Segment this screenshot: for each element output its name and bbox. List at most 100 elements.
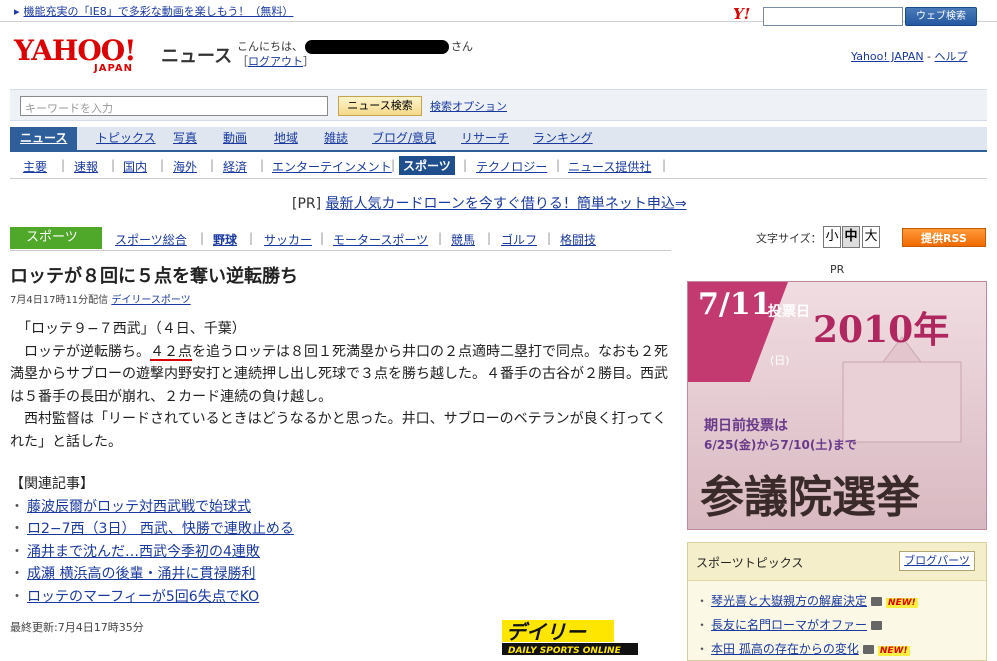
- related-title: 【関連記事】: [10, 476, 94, 492]
- golf-link[interactable]: ゴルフ: [501, 231, 537, 248]
- subnav-domestic[interactable]: 国内: [123, 158, 147, 175]
- bullet: ・: [10, 588, 24, 605]
- ie8-promo-link[interactable]: 機能充実の「IE8」で多彩な動画を楽しもう！（無料）: [24, 5, 294, 18]
- article-body: 「ロッテ９−７西武」（４日、千葉） ロッテが逆転勝ち。４２点を追うロッテは８回１…: [10, 318, 670, 453]
- logo-sub-text: DAILY SPORTS ONLINE: [508, 646, 622, 656]
- subnav-entertainment[interactable]: エンターテインメント: [272, 158, 392, 175]
- section-title: ニュース: [161, 46, 233, 67]
- divider: |: [547, 231, 552, 245]
- baseball-link[interactable]: 野球: [213, 231, 237, 248]
- tab-blog[interactable]: ブログ/意見: [372, 127, 436, 150]
- news-search-button[interactable]: ニュース検索: [338, 96, 422, 116]
- election-ad-art: 7/11 投票日 (日) 2010年 期日前投票は 6/25(金)から7/10(…: [688, 282, 986, 529]
- related-link[interactable]: ロッテのマーフィーが5回6失点でKO: [27, 589, 259, 605]
- motorsports-link[interactable]: モータースポーツ: [333, 231, 428, 248]
- greeting: こんにちは、 さん: [237, 38, 473, 54]
- topic-link[interactable]: 琴光喜と大嶽親方の解雇決定: [711, 594, 867, 608]
- underlined-text: ４２点: [150, 343, 192, 360]
- sports-general-link[interactable]: スポーツ総合: [115, 231, 187, 248]
- tab-magazine[interactable]: 雑誌: [324, 127, 348, 150]
- topic-link[interactable]: 本田 孤高の存在からの変化: [711, 642, 859, 656]
- camera-icon: [862, 645, 874, 654]
- top-bar: ▸ 機能充実の「IE8」で多彩な動画を楽しもう！（無料） Y! ウェブ検索: [0, 0, 997, 26]
- last-updated: 最終更新:7月4日17時35分: [10, 621, 144, 634]
- yahoo-japan-link[interactable]: Yahoo! JAPAN: [851, 50, 924, 63]
- topic-item: ・琴光喜と大嶽親方の解雇決定 NEW!: [696, 592, 918, 609]
- font-size-large-button[interactable]: 大: [862, 226, 880, 248]
- font-size-small-button[interactable]: 小: [823, 226, 841, 248]
- tab-ranking[interactable]: ランキング: [533, 127, 593, 150]
- related-articles: 【関連記事】 ・藤波辰爾がロッテ対西武戦で始球式 ・ロ2−7西（3日） 西武、快…: [10, 473, 294, 608]
- sports-tab[interactable]: スポーツ: [10, 227, 102, 249]
- greeting-prefix: こんにちは、: [237, 40, 303, 53]
- sports-topics: スポーツトピックス ブログパーツ ・琴光喜と大嶽親方の解雇決定 NEW! ・長友に…: [687, 542, 987, 661]
- blog-parts-label: ブログパーツ: [904, 554, 970, 567]
- tab-research[interactable]: リサーチ: [461, 127, 509, 150]
- font-size-medium-button[interactable]: 中: [842, 226, 860, 248]
- topic-link[interactable]: 長友に名門ローマがオファー: [711, 618, 867, 632]
- pr-line: [PR] 最新人気カードローンを今すぐ借りる！簡単ネット申込⇒: [292, 193, 687, 213]
- divider: |: [260, 158, 265, 172]
- related-link[interactable]: 藤波辰爾がロッテ対西武戦で始球式: [27, 499, 251, 515]
- subnav-economy[interactable]: 経済: [223, 158, 247, 175]
- paragraph-start: ロッテが逆転勝ち。: [10, 343, 150, 360]
- soccer-link[interactable]: サッカー: [264, 231, 312, 248]
- related-link[interactable]: 涌井まで沈んだ…西武今季初の4連敗: [27, 544, 260, 560]
- ad-year: 2010年: [813, 309, 949, 351]
- new-badge: NEW!: [886, 598, 918, 608]
- ad-weekday: (日): [770, 354, 790, 367]
- bullet: ・: [10, 543, 24, 560]
- article-paragraph: ロッテが逆転勝ち。４２点を追うロッテは８回１死満塁から井口の２点適時二塁打で同点…: [10, 341, 670, 409]
- bullet: ・: [696, 594, 709, 608]
- tab-local[interactable]: 地域: [274, 127, 298, 150]
- rss-button[interactable]: 提供RSS: [902, 228, 986, 247]
- article-dateline: 7月4日17時11分配信 デイリースポーツ: [10, 291, 191, 306]
- bullet: ・: [10, 566, 24, 582]
- logo-text: YAHOO!: [14, 34, 136, 67]
- subnav-technology[interactable]: テクノロジー: [476, 158, 547, 175]
- related-link[interactable]: ロ2−7西（3日） 西武、快勝で連敗止める: [27, 521, 294, 537]
- related-item: ・ロッテのマーフィーが5回6失点でKO: [10, 586, 294, 609]
- blog-parts-button[interactable]: ブログパーツ: [899, 551, 975, 571]
- daily-sports-logo[interactable]: デイリー DAILY SPORTS ONLINE: [500, 614, 640, 656]
- divider: |: [200, 231, 205, 245]
- new-badge: NEW!: [877, 646, 910, 656]
- yahoo-japan-logo[interactable]: YAHOO! JAPAN: [14, 37, 154, 79]
- ad-vote-day: 投票日: [768, 304, 810, 320]
- username-redaction: [305, 40, 449, 54]
- article-source-link[interactable]: デイリースポーツ: [111, 295, 190, 306]
- logout-line: ［ログアウト］: [237, 53, 314, 69]
- logo-sub: JAPAN: [94, 63, 133, 74]
- tab-video[interactable]: 動画: [223, 127, 247, 150]
- web-search-button[interactable]: ウェブ検索: [905, 7, 977, 26]
- logout-link[interactable]: ログアウト: [248, 55, 303, 68]
- subnav-world[interactable]: 海外: [173, 158, 197, 175]
- font-size-label: 文字サイズ：: [756, 232, 822, 245]
- tab-news[interactable]: ニュース: [10, 127, 78, 150]
- divider: |: [662, 158, 667, 172]
- subnav-flash[interactable]: 速報: [74, 158, 98, 175]
- subnav-main[interactable]: 主要: [23, 158, 47, 175]
- election-ad-banner[interactable]: 7/11 投票日 (日) 2010年 期日前投票は 6/25(金)から7/10(…: [687, 281, 987, 530]
- greeting-suffix: さん: [451, 40, 473, 53]
- subnav-sports[interactable]: スポーツ: [399, 156, 455, 175]
- tab-photo[interactable]: 写真: [173, 127, 197, 150]
- article-date: 7月4日17時11分配信: [10, 295, 109, 306]
- ad-election-title: 参議院選挙: [700, 472, 920, 523]
- web-search-input[interactable]: [763, 7, 903, 26]
- topic-item: ・本田 孤高の存在からの変化 NEW!: [696, 640, 910, 657]
- related-link[interactable]: 成瀬 横浜高の後輩・涌井に貫禄勝利: [27, 566, 255, 582]
- help-link[interactable]: ヘルプ: [935, 50, 968, 63]
- yahoo-small-logo[interactable]: Y!: [733, 5, 750, 23]
- tab-topics[interactable]: トピックス: [96, 127, 156, 150]
- bullet: ・: [10, 521, 24, 537]
- pr-tag: [PR]: [292, 196, 322, 212]
- keyword-input[interactable]: キーワードを入力: [20, 96, 328, 116]
- horse-racing-link[interactable]: 競馬: [451, 231, 475, 248]
- martial-arts-link[interactable]: 格闘技: [560, 231, 596, 248]
- divider: |: [438, 231, 443, 245]
- subnav-providers[interactable]: ニュース提供社: [568, 158, 651, 175]
- ad-early-vote-title: 期日前投票は: [704, 417, 788, 434]
- pr-link[interactable]: 最新人気カードローンを今すぐ借りる！簡単ネット申込⇒: [326, 196, 687, 212]
- search-options-link[interactable]: 検索オプション: [430, 98, 507, 114]
